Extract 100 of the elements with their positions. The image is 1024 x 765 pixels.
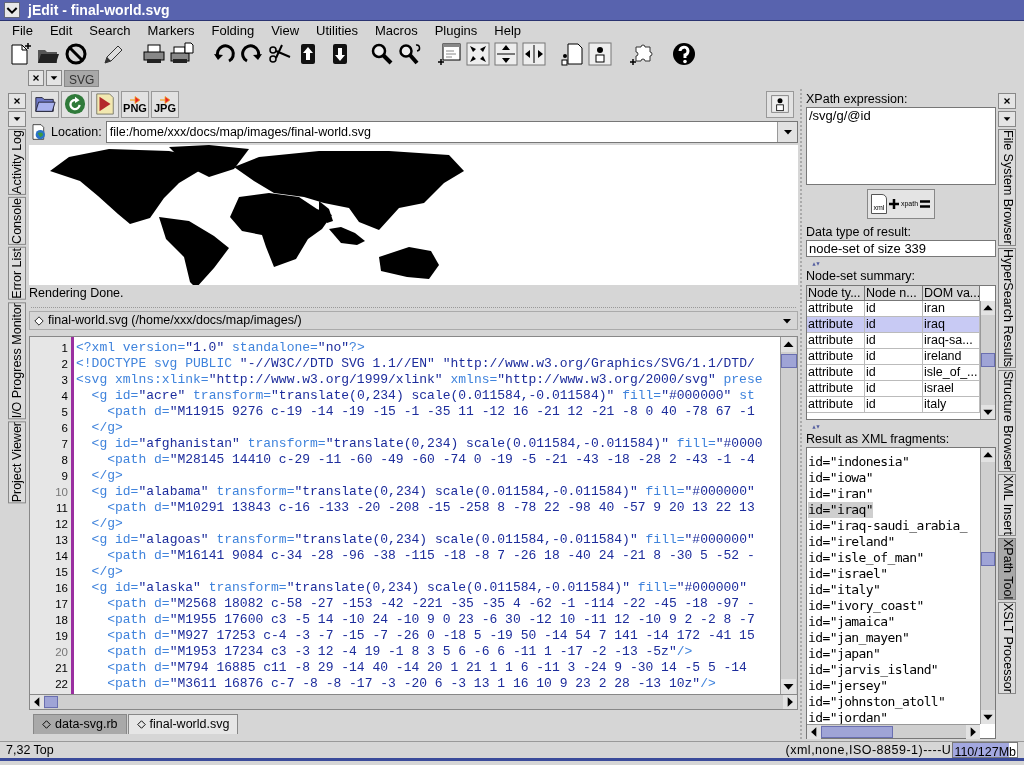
new-view-icon[interactable] (438, 42, 462, 66)
list-item[interactable]: id="iraq" (808, 502, 874, 518)
scroll-up-icon[interactable] (981, 301, 995, 315)
table-row[interactable]: attribute id ireland (807, 349, 980, 365)
new-file-icon[interactable] (8, 42, 32, 66)
stop-icon[interactable] (64, 42, 88, 66)
list-item[interactable]: id="iowa" (808, 470, 980, 486)
menu-item[interactable]: View (271, 21, 300, 41)
scroll-thumb[interactable] (44, 696, 58, 708)
menu-item[interactable]: Help (494, 21, 522, 41)
dock-tab[interactable]: Error List (8, 246, 26, 300)
table-row[interactable]: attribute id iran (807, 301, 980, 317)
location-field[interactable]: file:/home/xxx/docs/map/images/final-world.svg (105, 121, 798, 143)
scroll-left-icon[interactable] (807, 724, 821, 739)
panel-icon[interactable] (588, 42, 612, 66)
dock-menu-button[interactable] (8, 111, 26, 127)
scroll-down-icon[interactable] (981, 710, 995, 724)
export-button[interactable]: PNG (121, 90, 149, 118)
dock-menu-button[interactable] (46, 70, 62, 86)
list-item[interactable]: id="ivory_coast" (808, 598, 980, 614)
scroll-up-icon[interactable] (781, 337, 796, 352)
search-icon[interactable] (370, 42, 394, 66)
dock-tab[interactable]: SVG (64, 69, 100, 87)
file-close-icon[interactable] (560, 42, 584, 66)
list-item[interactable]: id="indonesia" (808, 454, 980, 470)
scroll-right-icon[interactable] (783, 695, 797, 709)
close-button[interactable] (8, 93, 26, 109)
dock-tab[interactable]: XML Insert (998, 473, 1016, 536)
dock-tab[interactable]: I/O Progress Monitor (8, 301, 26, 419)
scrollbar[interactable] (980, 301, 995, 419)
render-button[interactable] (91, 90, 119, 118)
scrollbar[interactable] (780, 337, 797, 694)
open-button[interactable] (31, 90, 59, 118)
list-item[interactable]: id="jarvis_island" (808, 662, 980, 678)
dock-tab[interactable]: File System Browser (998, 129, 1016, 246)
scroll-up-icon[interactable] (981, 448, 995, 462)
dock-tab[interactable]: Console (8, 196, 26, 245)
table-row[interactable]: attribute id iraq (807, 317, 980, 333)
print-preview-icon[interactable] (170, 42, 194, 66)
list-item[interactable]: id="jamaica" (808, 614, 980, 630)
table-row[interactable]: attribute id israel (807, 381, 980, 397)
dock-tab[interactable]: Activity Log (8, 129, 26, 195)
close-button[interactable] (28, 70, 44, 86)
table-row[interactable]: attribute id italy (807, 397, 980, 413)
menu-item[interactable]: Markers (147, 21, 195, 41)
window-menu-icon[interactable] (4, 2, 20, 18)
scroll-down-icon[interactable] (981, 405, 995, 419)
scrollbar[interactable] (29, 695, 798, 710)
menu-item[interactable]: File (12, 21, 33, 41)
list-item[interactable]: id="jordan" (808, 710, 980, 724)
dock-menu-button[interactable] (998, 111, 1016, 127)
list-item[interactable]: id="japan" (808, 646, 980, 662)
list-item[interactable]: id="jan_mayen" (808, 630, 980, 646)
scroll-thumb[interactable] (981, 552, 995, 566)
panel-button[interactable] (766, 90, 794, 118)
table-row[interactable]: attribute id iraq-sa... (807, 333, 980, 349)
list-item[interactable]: id="johnston_atoll" (808, 694, 980, 710)
split-vertical-icon[interactable] (522, 42, 546, 66)
dock-tab[interactable]: Project Viewer (8, 420, 26, 504)
dock-tab[interactable]: HyperSearch Results (998, 247, 1016, 368)
table-row[interactable]: attribute id isle_of_... (807, 365, 980, 381)
scroll-left-icon[interactable] (30, 695, 44, 709)
menu-item[interactable]: Edit (49, 21, 73, 41)
list-item[interactable]: id="isle_of_man" (808, 550, 980, 566)
scrollbar[interactable] (980, 448, 995, 724)
reload-button[interactable] (61, 90, 89, 118)
puzzle-icon[interactable] (630, 42, 654, 66)
scissors-icon[interactable] (268, 42, 292, 66)
code-line: <path d="M1953 17234 c3 -3 12 -4 19 -1 8 3 5 6 -6 6 -11 1 -17 -2 -13 -5z"/> (106, 644, 694, 660)
scroll-thumb[interactable] (821, 725, 893, 738)
help-icon[interactable] (672, 42, 696, 66)
menu-item[interactable]: Utilities (316, 21, 358, 41)
scroll-right-icon[interactable] (966, 724, 980, 739)
buffer-tab[interactable]: data-svg.rb (33, 714, 127, 734)
list-item[interactable]: id="israel" (808, 566, 980, 582)
menu-item[interactable]: Search (89, 21, 131, 41)
menu-item[interactable]: Folding (211, 21, 255, 41)
list-item[interactable]: id="jersey" (808, 678, 980, 694)
list-item[interactable]: id="italy" (808, 582, 980, 598)
menu-item[interactable]: Plugins (434, 21, 478, 41)
dock-tab[interactable]: XPath Tool (998, 537, 1016, 600)
list-item[interactable]: id="iran" (808, 486, 980, 502)
scroll-thumb[interactable] (981, 353, 995, 367)
dock-tab[interactable]: Structure Browser (998, 369, 1016, 472)
list-item[interactable]: id="ireland" (808, 534, 980, 550)
close-button[interactable] (998, 93, 1016, 109)
expand-icon[interactable] (466, 42, 490, 66)
dock-tab[interactable]: XSLT Processor (998, 601, 1016, 694)
scroll-thumb[interactable] (781, 354, 797, 368)
list-item[interactable]: id="iraq-saudi_arabia_ (808, 518, 980, 534)
export-button[interactable]: JPG (151, 90, 179, 118)
menu-item[interactable]: Macros (375, 21, 418, 41)
search-next-icon[interactable] (398, 42, 422, 66)
expression-field[interactable]: /svg/g/@id (806, 107, 996, 185)
scroll-down-icon[interactable] (781, 679, 796, 694)
scrollbar[interactable] (807, 724, 980, 738)
dropdown-button[interactable] (777, 122, 797, 142)
split-horizontal-icon[interactable] (494, 42, 518, 66)
buffer-tab[interactable]: final-world.svg (127, 714, 239, 734)
printer-icon[interactable] (142, 42, 166, 66)
